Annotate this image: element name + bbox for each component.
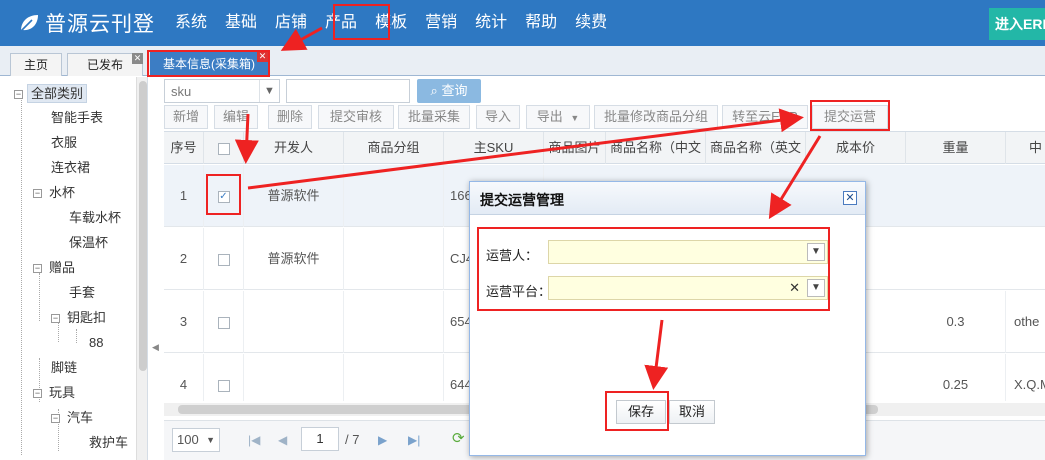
tree-item[interactable]: 连衣裙: [48, 157, 93, 179]
grid-header: 序号 开发人 商品分组 主SKU 商品图片 商品名称（中文 商品名称（英文 成本…: [164, 132, 1045, 164]
close-icon[interactable]: ✕: [132, 53, 143, 64]
app-logo[interactable]: 普源云刊登: [18, 7, 155, 39]
tree-item[interactable]: 88: [86, 332, 106, 354]
app-title: 普源云刊登: [45, 13, 155, 36]
add-button[interactable]: 新增: [164, 105, 208, 129]
submit-review-button[interactable]: 提交审核: [318, 105, 394, 129]
delete-button[interactable]: 删除: [268, 105, 312, 129]
row-checkbox[interactable]: [217, 316, 230, 329]
tree-item[interactable]: 救护车: [86, 432, 131, 454]
first-page-icon[interactable]: |◀: [248, 433, 260, 447]
page-number-input[interactable]: 1: [301, 427, 339, 451]
tab-published[interactable]: 已发布 ✕: [67, 53, 143, 76]
col-name-cn: 商品名称（中文: [606, 132, 706, 164]
scroll-thumb[interactable]: [139, 81, 147, 371]
col-developer: 开发人: [244, 132, 344, 164]
annotation-box: [605, 391, 669, 431]
import-button[interactable]: 导入: [476, 105, 520, 129]
category-tree: − 全部类别 智能手表 衣服 连衣裙 − 水杯 车载水杯 保温杯 − 赠品 手套 − 钥…: [0, 77, 148, 460]
nav-renew[interactable]: 续费: [566, 0, 616, 46]
to-cloud-erp-button[interactable]: 转至云ERP: [722, 105, 808, 129]
tab-label: 主页: [23, 58, 48, 72]
col-extra: 中: [1006, 132, 1045, 164]
annotation-box: [477, 227, 830, 311]
next-page-icon[interactable]: ▶: [378, 433, 387, 447]
row-checkbox[interactable]: [217, 253, 230, 266]
nav-marketing[interactable]: 营销: [416, 0, 466, 46]
tree-item[interactable]: 衣服: [48, 132, 80, 154]
tree-item[interactable]: 手套: [66, 282, 98, 304]
tree-item[interactable]: − 水杯: [33, 182, 78, 204]
tree-item[interactable]: 车载水杯: [66, 207, 124, 229]
col-name-en: 商品名称（英文: [706, 132, 806, 164]
leaf-logo-icon: [20, 15, 38, 32]
col-group: 商品分组: [344, 132, 444, 164]
col-cost: 成本价: [806, 132, 906, 164]
search-icon: ⌕: [430, 83, 438, 98]
nav-system[interactable]: 系统: [166, 0, 216, 46]
batch-edit-group-button[interactable]: 批量修改商品分组: [594, 105, 718, 129]
search-input[interactable]: [286, 79, 410, 103]
dialog-header: 提交运营管理 ✕: [470, 182, 865, 215]
chevron-down-icon[interactable]: ▼: [259, 80, 279, 102]
tree-item[interactable]: 保温杯: [66, 232, 111, 254]
last-page-icon[interactable]: ▶|: [408, 433, 420, 447]
annotation-box: [810, 100, 890, 131]
refresh-icon[interactable]: ⟳: [452, 431, 468, 447]
nav-help[interactable]: 帮助: [516, 0, 566, 46]
collapse-icon[interactable]: −: [51, 314, 60, 324]
panel-collapse-icon[interactable]: ◀: [152, 335, 160, 359]
row-checkbox[interactable]: [217, 379, 230, 392]
close-icon[interactable]: ✕: [843, 191, 857, 205]
col-image: 商品图片: [544, 132, 606, 164]
col-main-sku: 主SKU: [444, 132, 544, 164]
edit-button[interactable]: 编辑: [214, 105, 258, 129]
dialog-title: 提交运营管理: [480, 192, 564, 208]
annotation-box: [333, 4, 390, 40]
tab-label: 已发布: [86, 58, 123, 72]
collapse-icon[interactable]: −: [14, 90, 23, 100]
tree-item[interactable]: 智能手表: [48, 107, 106, 129]
annotation-box: [147, 50, 270, 77]
tree-item[interactable]: − 赠品: [33, 257, 78, 279]
tree-scrollbar[interactable]: [136, 77, 147, 460]
col-select-all[interactable]: [204, 132, 244, 164]
tree-item[interactable]: − 玩具: [33, 382, 78, 404]
main-nav: 系统 基础 店铺 产品 模板 营销 统计 帮助 续费: [166, 0, 616, 46]
collapse-icon[interactable]: −: [33, 189, 42, 199]
query-button[interactable]: ⌕ 查询: [417, 79, 481, 103]
annotation-box: [206, 174, 241, 215]
collapse-icon[interactable]: −: [33, 389, 42, 399]
select-all-checkbox[interactable]: [217, 142, 230, 155]
export-button[interactable]: 导出 ▼: [526, 105, 590, 129]
page-total: / 7: [345, 432, 360, 447]
top-navbar: 普源云刊登 系统 基础 店铺 产品 模板 营销 统计 帮助 续费 进入ERP: [0, 0, 1045, 46]
col-weight: 重量: [906, 132, 1006, 164]
prev-page-icon[interactable]: ◀: [278, 433, 287, 447]
nav-store[interactable]: 店铺: [266, 0, 316, 46]
nav-statistics[interactable]: 统计: [466, 0, 516, 46]
nav-basics[interactable]: 基础: [216, 0, 266, 46]
collapse-icon[interactable]: −: [51, 414, 60, 424]
collapse-icon[interactable]: −: [33, 264, 42, 274]
chevron-down-icon: ▼: [570, 113, 580, 123]
tree-item[interactable]: 脚链: [48, 357, 80, 379]
batch-collect-button[interactable]: 批量采集: [398, 105, 470, 129]
col-index: 序号: [164, 132, 204, 164]
enter-erp-button[interactable]: 进入ERP: [989, 8, 1045, 40]
chevron-down-icon: ▼: [206, 435, 215, 445]
tree-item[interactable]: − 钥匙扣: [51, 307, 109, 329]
cancel-button[interactable]: 取消: [669, 400, 715, 424]
toolbar: 新增 编辑 删除 提交审核 批量采集 导入 导出 ▼ 批量修改商品分组 转至云E…: [164, 105, 1045, 130]
tree-root[interactable]: − 全部类别: [14, 83, 88, 105]
tab-home[interactable]: 主页: [10, 53, 62, 76]
page-size-select[interactable]: 100 ▼: [172, 428, 220, 452]
tree-item[interactable]: − 汽车: [51, 407, 96, 429]
search-field-select[interactable]: sku ▼: [164, 79, 280, 103]
